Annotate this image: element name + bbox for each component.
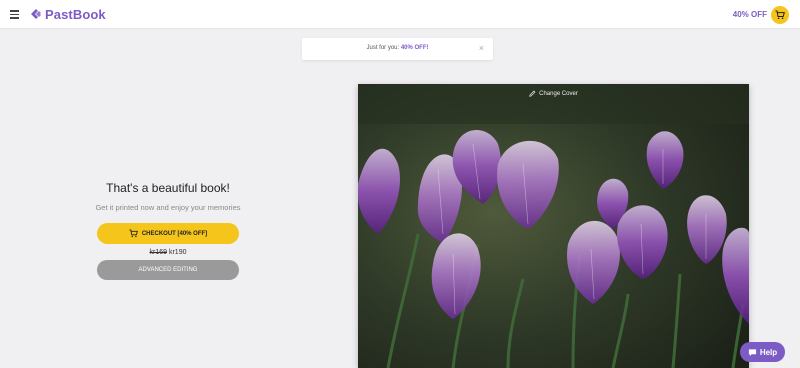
- checkout-label: CHECKOUT [40% OFF]: [141, 230, 208, 237]
- price: kr169 kr190: [0, 249, 336, 256]
- chat-bubble-icon: [748, 348, 756, 356]
- cart-icon: [129, 229, 138, 238]
- checkout-button[interactable]: CHECKOUT [40% OFF]: [97, 223, 239, 244]
- toast-prefix: Just for you:: [366, 45, 400, 51]
- cart-icon: [775, 10, 785, 20]
- toast-highlight: 40% OFF!: [400, 45, 429, 51]
- pastbook-logo[interactable]: PastBook: [30, 6, 106, 22]
- top-bar: PastBook 40% OFF: [0, 0, 800, 29]
- promo-toast: Just for you: 40% OFF! ×: [302, 38, 493, 60]
- toast-message: Just for you: 40% OFF!: [302, 45, 493, 51]
- page-title: That's a beautiful book!: [106, 181, 230, 195]
- change-cover-label: Change Cover: [539, 90, 578, 97]
- hamburger-icon[interactable]: [10, 10, 19, 19]
- price-old: kr169: [149, 249, 168, 256]
- change-cover-button[interactable]: Change Cover: [358, 88, 749, 99]
- close-icon[interactable]: ×: [479, 43, 484, 53]
- change-cover-inner: Change Cover: [523, 88, 584, 99]
- pencil-icon: [529, 90, 536, 97]
- advanced-editing-label: ADVANCED EDITING: [138, 267, 198, 273]
- cover-photo-crocus: [358, 84, 749, 368]
- brand-name: PastBook: [45, 6, 106, 22]
- help-label: Help: [759, 347, 778, 357]
- pastbook-logo-mark: [31, 9, 41, 19]
- page-subtitle: Get it printed now and enjoy your memori…: [95, 203, 241, 212]
- book-cover[interactable]: Change Cover: [358, 84, 749, 368]
- price-new: kr190: [168, 249, 187, 256]
- cart-button[interactable]: [771, 6, 789, 24]
- help-button[interactable]: Help: [740, 342, 785, 362]
- promo-label: 40% OFF: [732, 10, 767, 19]
- advanced-editing-button[interactable]: ADVANCED EDITING: [97, 260, 239, 280]
